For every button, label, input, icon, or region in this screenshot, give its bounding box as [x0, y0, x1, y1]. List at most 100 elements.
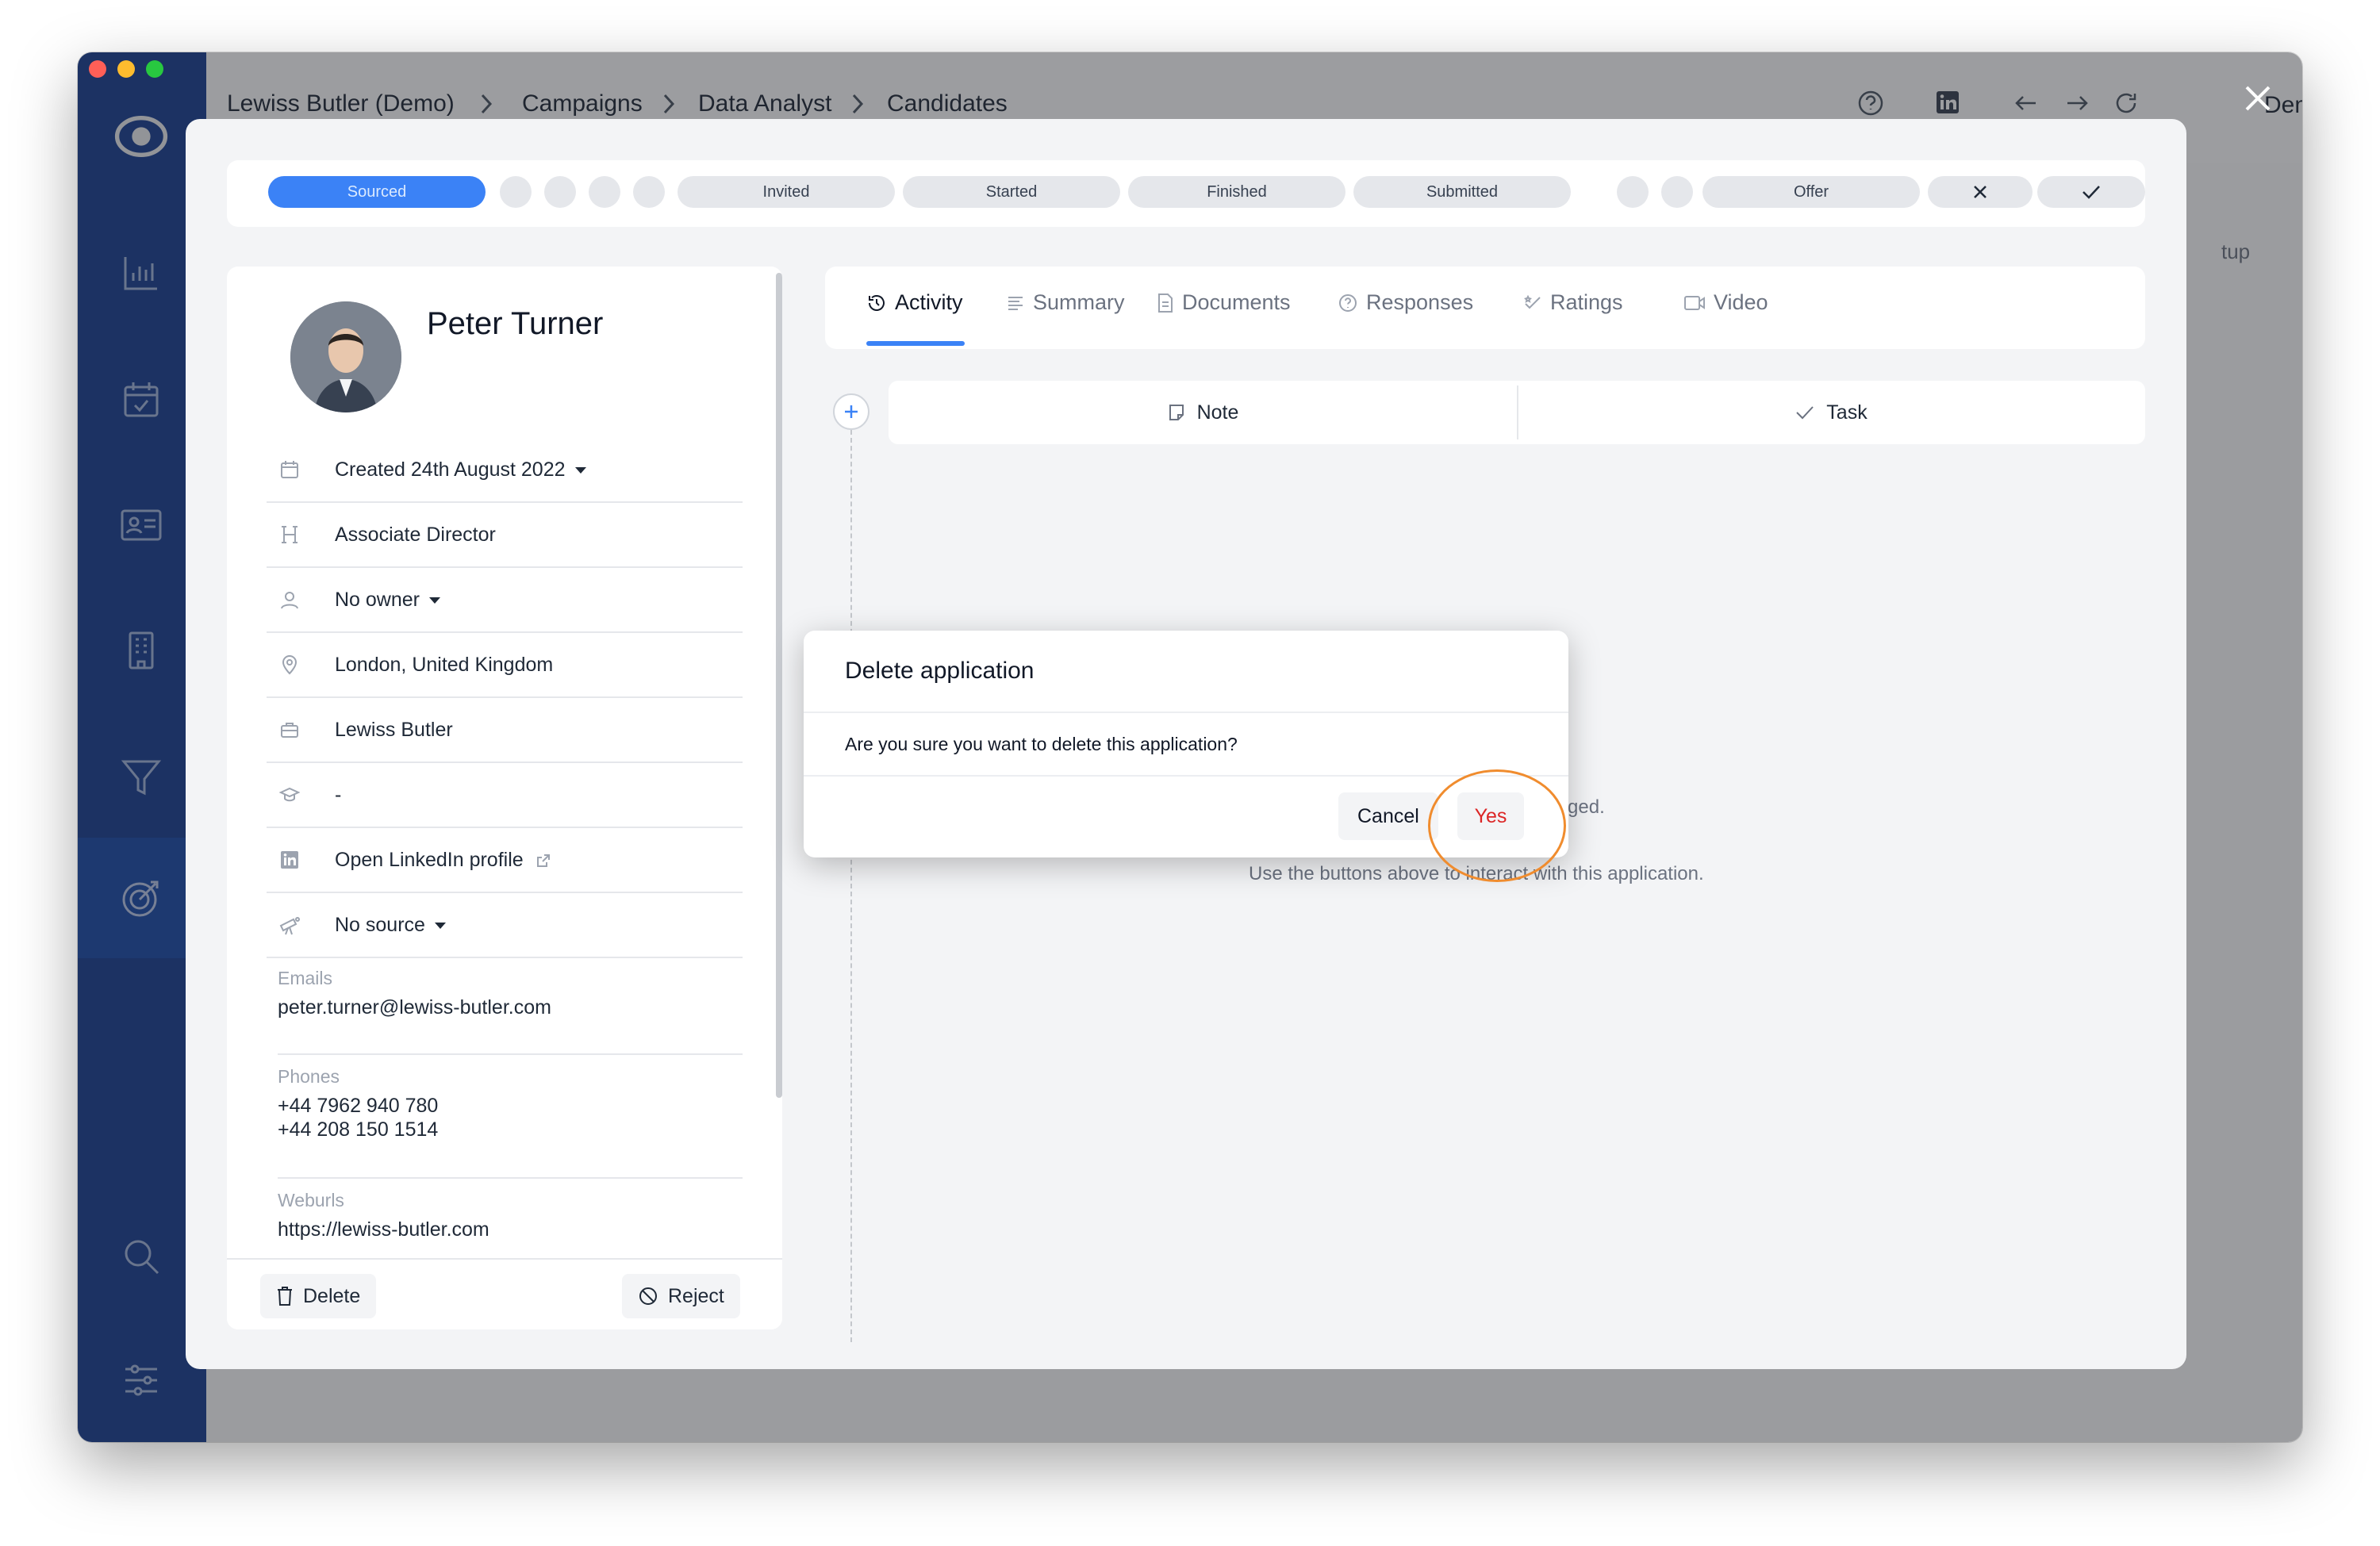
source-row[interactable]: No source — [267, 893, 743, 958]
back-arrow-icon[interactable] — [2012, 89, 2040, 117]
zoom-window-button[interactable] — [146, 60, 163, 78]
ban-icon — [639, 1287, 657, 1305]
email-value[interactable]: peter.turner@lewiss-butler.com — [278, 996, 743, 1019]
briefcase-icon — [278, 718, 301, 742]
stage-step-dot[interactable] — [1661, 176, 1693, 208]
chevron-down-icon — [429, 597, 440, 604]
breadcrumb-item[interactable]: Lewiss Butler (Demo) — [227, 90, 455, 117]
owner-value: No owner — [335, 588, 420, 611]
search-icon[interactable] — [114, 1230, 168, 1283]
close-modal-button[interactable] — [2239, 79, 2277, 117]
reject-button-label: Reject — [668, 1284, 724, 1307]
linkedin-icon[interactable] — [1934, 89, 1961, 116]
target-icon[interactable] — [114, 871, 168, 925]
filter-icon[interactable] — [114, 750, 168, 804]
external-link-icon — [536, 854, 550, 867]
note-icon — [1169, 405, 1184, 420]
tab-activity[interactable]: Activity — [866, 290, 963, 315]
linkedin-icon — [278, 848, 301, 872]
window-controls — [89, 60, 163, 78]
refresh-icon[interactable] — [2112, 89, 2140, 117]
logo-eye-icon[interactable] — [114, 109, 168, 163]
reject-stage-button[interactable] — [1928, 176, 2033, 208]
tab-label: Activity — [895, 290, 963, 314]
tab-label: Ratings — [1550, 290, 1623, 314]
candidate-name: Peter Turner — [427, 306, 604, 341]
stage-step-dot[interactable] — [544, 176, 576, 208]
linkedin-link[interactable]: Open LinkedIn profile — [335, 849, 524, 871]
linkedin-row[interactable]: Open LinkedIn profile — [267, 828, 743, 893]
candidate-photo — [290, 301, 401, 412]
job-title: Associate Director — [335, 523, 496, 546]
tab-summary[interactable]: Summary — [1006, 290, 1125, 315]
tab-responses[interactable]: Responses — [1338, 290, 1473, 315]
tab-video[interactable]: Video — [1683, 290, 1768, 315]
active-tab-indicator — [866, 341, 965, 346]
heading-icon — [278, 523, 301, 547]
analytics-icon[interactable] — [114, 246, 168, 300]
add-activity-button[interactable] — [833, 393, 869, 430]
tab-label: Responses — [1366, 290, 1474, 314]
minimize-window-button[interactable] — [117, 60, 135, 78]
reject-button[interactable]: Reject — [622, 1274, 740, 1318]
tab-ratings[interactable]: Ratings — [1523, 290, 1623, 315]
owner-row[interactable]: No owner — [267, 568, 743, 633]
graduation-cap-icon — [278, 783, 301, 807]
calendar-icon — [278, 458, 301, 481]
document-icon — [1158, 293, 1173, 313]
stage-started[interactable]: Started — [903, 176, 1120, 208]
contact-card-icon[interactable] — [114, 498, 168, 552]
close-icon — [1974, 186, 1987, 198]
add-task-button[interactable]: Task — [1517, 381, 2145, 444]
stage-step-dot[interactable] — [1617, 176, 1649, 208]
background-partial-text: tup — [2221, 240, 2251, 263]
created-date-row[interactable]: Created 24th August 2022 — [267, 438, 743, 503]
forward-arrow-icon[interactable] — [2063, 89, 2091, 117]
stage-sourced[interactable]: Sourced — [268, 176, 486, 208]
weburls-label: Weburls — [278, 1190, 344, 1210]
cancel-button[interactable]: Cancel — [1338, 792, 1438, 840]
stage-progress-bar: Sourced Invited Started Finished Submitt… — [227, 160, 2145, 227]
company-value: Lewiss Butler — [335, 718, 453, 741]
chevron-right-icon — [850, 90, 866, 117]
location-pin-icon — [278, 653, 301, 677]
delete-button-label: Delete — [303, 1284, 361, 1307]
dialog-title: Delete application — [845, 658, 1035, 684]
dialog-message: Are you sure you want to delete this app… — [845, 734, 1238, 754]
help-icon[interactable] — [1856, 89, 1885, 117]
close-window-button[interactable] — [89, 60, 106, 78]
emails-label: Emails — [278, 968, 333, 988]
stage-step-dot[interactable] — [589, 176, 620, 208]
hire-stage-button[interactable] — [2037, 176, 2145, 208]
close-icon — [2245, 86, 2271, 111]
breadcrumb-item[interactable]: Campaigns — [522, 90, 643, 117]
building-icon[interactable] — [114, 623, 168, 677]
chevron-right-icon — [662, 90, 678, 117]
breadcrumb-item[interactable]: Data Analyst — [698, 90, 831, 117]
stage-invited[interactable]: Invited — [678, 176, 895, 208]
stage-submitted[interactable]: Submitted — [1353, 176, 1571, 208]
add-note-button[interactable]: Note — [889, 381, 1517, 444]
trash-icon — [278, 1287, 292, 1306]
settings-sliders-icon[interactable] — [114, 1353, 168, 1407]
tab-label: Summary — [1033, 290, 1125, 314]
chevron-down-icon — [434, 922, 446, 929]
calendar-icon[interactable] — [114, 373, 168, 427]
phones-label: Phones — [278, 1066, 340, 1087]
tab-documents[interactable]: Documents — [1157, 290, 1291, 315]
phone-value[interactable]: +44 208 150 1514 — [278, 1118, 743, 1141]
phone-value[interactable]: +44 7962 940 780 — [278, 1094, 743, 1118]
check-star-icon — [1524, 294, 1541, 309]
stage-finished[interactable]: Finished — [1128, 176, 1345, 208]
video-icon — [1684, 295, 1705, 310]
profile-scrollbar[interactable] — [776, 273, 782, 1098]
stage-step-dot[interactable] — [500, 176, 532, 208]
history-icon — [869, 294, 885, 311]
tab-bar: Activity Summary Documents Responses Rat… — [825, 267, 2145, 349]
stage-step-dot[interactable] — [633, 176, 665, 208]
weburl-value[interactable]: https://lewiss-butler.com — [278, 1218, 743, 1241]
note-task-bar: Note Task — [889, 381, 2145, 444]
stage-offer[interactable]: Offer — [1702, 176, 1920, 208]
delete-button[interactable]: Delete — [260, 1274, 377, 1318]
source-value: No source — [335, 913, 425, 936]
